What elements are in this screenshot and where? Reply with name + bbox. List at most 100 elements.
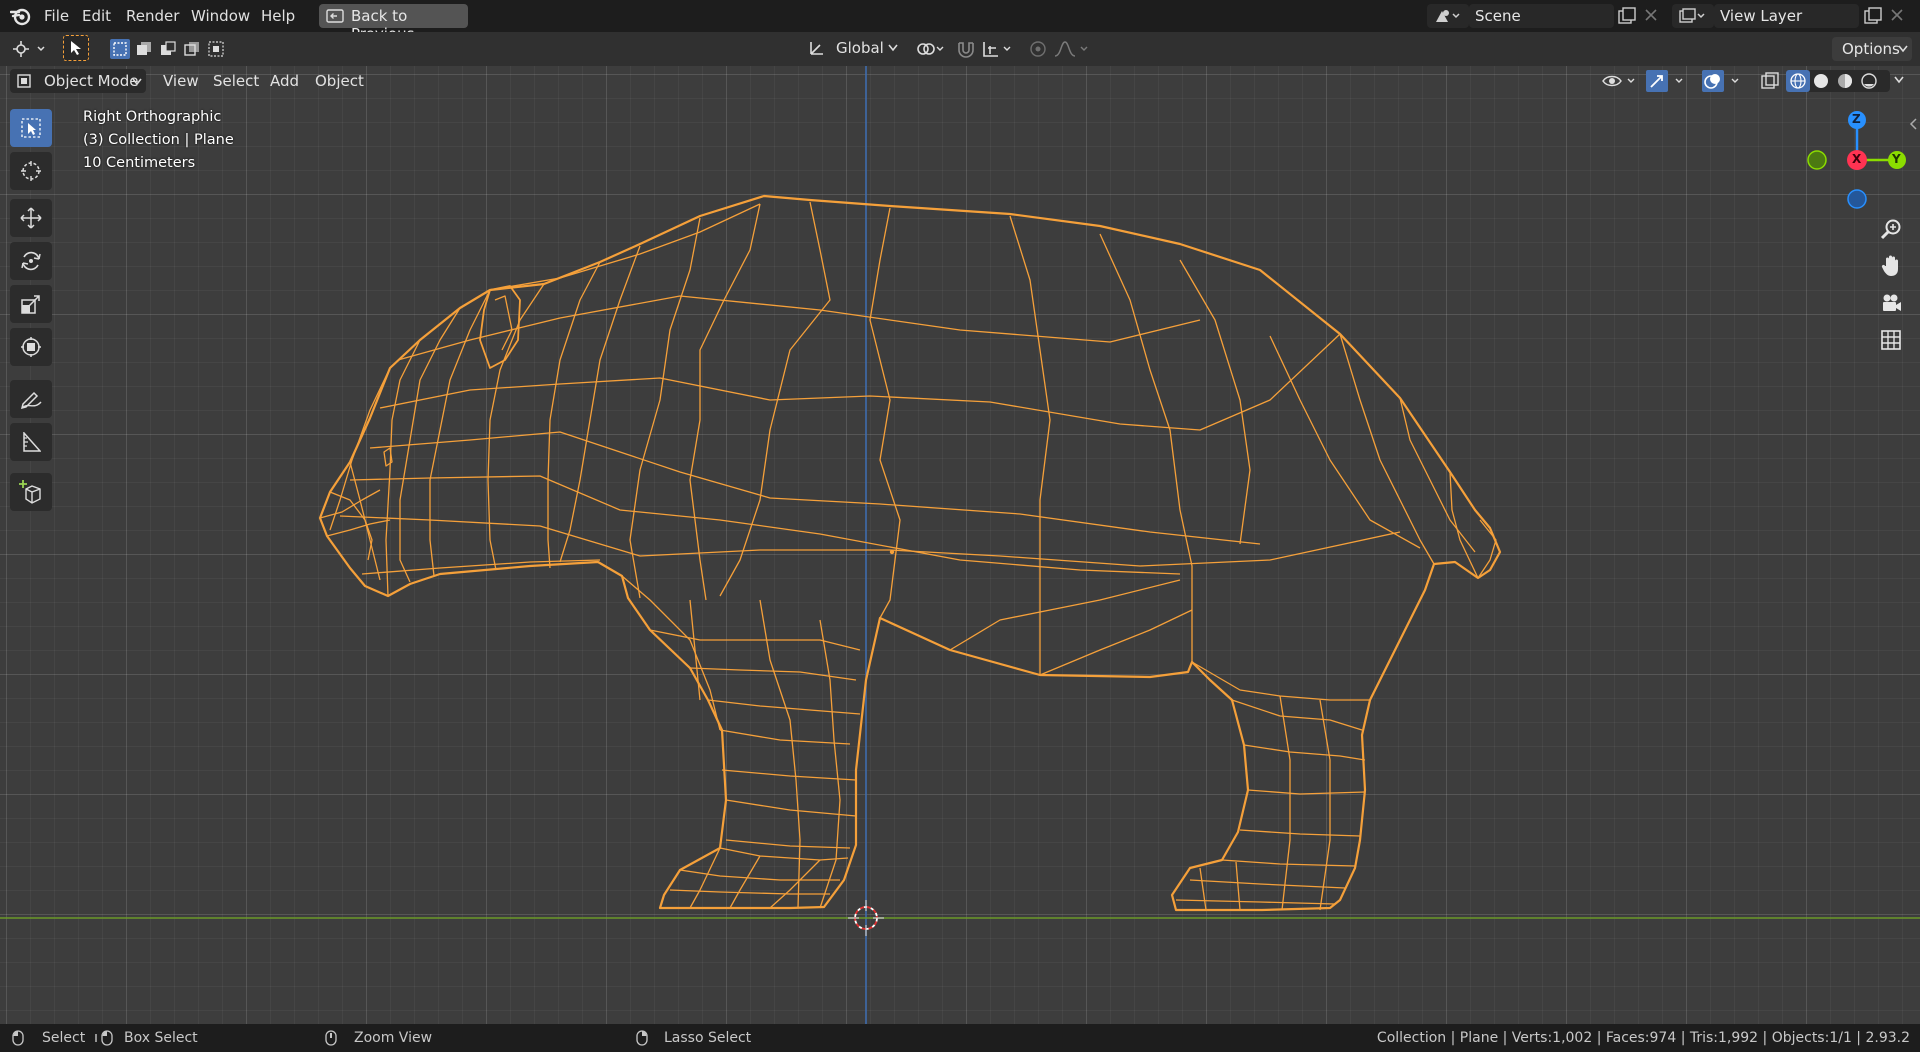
x-axis-label: X xyxy=(1852,152,1862,166)
object-mode-icon xyxy=(16,73,32,89)
overlays-toggle-icon[interactable] xyxy=(1702,70,1746,92)
navigation-gizmo[interactable]: Z Y X xyxy=(1800,106,1910,216)
active-tool-button[interactable] xyxy=(63,35,89,61)
scene-selector[interactable] xyxy=(1427,4,1469,28)
menu-file[interactable]: File xyxy=(44,7,69,25)
status-select-hint: Select xyxy=(42,1030,86,1046)
menu-edit[interactable]: Edit xyxy=(82,7,111,25)
view-layer-selector[interactable] xyxy=(1672,4,1714,28)
add-cube-icon xyxy=(18,479,44,505)
add-menu[interactable]: Add xyxy=(270,72,299,90)
orientation-icon xyxy=(808,39,826,57)
annotate-pencil-icon xyxy=(20,388,42,410)
chevron-down-icon xyxy=(888,44,898,52)
grid-scale-label: 10 Centimeters xyxy=(83,155,196,171)
move-tool[interactable] xyxy=(10,199,52,237)
solid-shading-icon[interactable] xyxy=(1812,73,1830,89)
delete-view-layer-icon[interactable] xyxy=(1890,8,1904,22)
select-invert-icon[interactable] xyxy=(182,39,202,59)
options-dropdown[interactable]: Options xyxy=(1832,37,1912,61)
gizmo-toggle-icon[interactable] xyxy=(1646,70,1690,92)
object-mode-label: Object Mode xyxy=(44,72,139,90)
proportional-falloff-icon[interactable] xyxy=(1053,40,1093,58)
options-label: Options xyxy=(1842,40,1900,58)
zoom-view-button[interactable] xyxy=(1874,212,1908,246)
object-menu[interactable]: Object xyxy=(315,72,364,90)
camera-view-button[interactable] xyxy=(1874,286,1908,320)
top-menu-bar: File Edit Render Window Help Back to Pre… xyxy=(0,0,1920,43)
scene-name-field[interactable]: Scene xyxy=(1469,4,1614,28)
toggle-ortho-button[interactable] xyxy=(1874,323,1908,357)
snap-toggle-icon[interactable] xyxy=(955,39,977,59)
editor-type-icon[interactable] xyxy=(10,39,50,59)
rotate-tool[interactable] xyxy=(10,242,52,280)
status-box-select-hint: Box Select xyxy=(124,1030,198,1046)
select-menu[interactable]: Select xyxy=(213,72,259,90)
shading-options-chevron-icon[interactable] xyxy=(1894,76,1904,84)
mouse-right-icon xyxy=(636,1030,648,1046)
3d-cursor-tool-icon xyxy=(20,160,42,182)
chevron-down-icon xyxy=(1898,45,1908,53)
pan-view-button[interactable] xyxy=(1874,249,1908,283)
select-box-icon xyxy=(21,118,41,138)
select-extend-icon[interactable] xyxy=(134,39,154,59)
back-icon xyxy=(326,9,344,23)
select-intersect-icon[interactable] xyxy=(206,39,226,59)
cursor-arrow-icon xyxy=(70,40,82,56)
3d-viewport[interactable]: Right Orthographic (3) Collection | Plan… xyxy=(0,66,1920,1024)
view-menu[interactable]: View xyxy=(163,72,199,90)
status-bar: Select Box Select Zoom View Lasso Select… xyxy=(0,1024,1920,1052)
scale-tool[interactable] xyxy=(10,285,52,323)
wireframe-shading-icon[interactable] xyxy=(1786,70,1810,92)
shading-mode-group xyxy=(1786,70,1890,92)
measure-ruler-icon xyxy=(21,432,41,452)
status-lasso-select-hint: Lasso Select xyxy=(664,1030,752,1046)
wireframe-mesh xyxy=(318,194,1502,912)
y-axis-label: Y xyxy=(1892,152,1901,166)
back-to-previous-button[interactable]: Back to Previous xyxy=(319,4,468,43)
visibility-eye-icon[interactable] xyxy=(1602,72,1638,90)
mouse-left-icon xyxy=(12,1030,24,1046)
transform-orientation-dropdown[interactable]: Global xyxy=(802,36,902,60)
object-origin xyxy=(889,549,895,555)
snap-target-icon[interactable] xyxy=(982,40,1016,58)
view-layer-name: View Layer xyxy=(1720,7,1803,25)
view-layer-name-field[interactable]: View Layer xyxy=(1714,4,1859,28)
menu-render[interactable]: Render xyxy=(126,7,179,25)
blender-logo-icon[interactable] xyxy=(10,6,32,26)
view-name-label: Right Orthographic xyxy=(83,109,222,125)
annotate-tool[interactable] xyxy=(10,380,52,418)
mouse-drag-icon xyxy=(94,1030,116,1046)
neg-z-axis-handle xyxy=(1847,189,1867,209)
rendered-shading-icon[interactable] xyxy=(1860,73,1878,89)
scene-statistics: Collection | Plane | Verts:1,002 | Faces… xyxy=(1376,1030,1910,1046)
material-shading-icon[interactable] xyxy=(1836,73,1854,89)
mouse-middle-icon xyxy=(325,1030,337,1046)
xray-toggle-icon[interactable] xyxy=(1760,71,1780,91)
measure-tool[interactable] xyxy=(10,423,52,461)
select-subtract-icon[interactable] xyxy=(158,39,178,59)
delete-scene-icon[interactable] xyxy=(1644,8,1658,22)
z-axis-label: Z xyxy=(1852,112,1861,126)
pivot-point-icon[interactable] xyxy=(915,40,949,58)
cursor-tool[interactable] xyxy=(10,152,52,190)
scene-name: Scene xyxy=(1475,7,1521,25)
move-icon xyxy=(20,207,42,229)
menu-help[interactable]: Help xyxy=(261,7,295,25)
sidebar-toggle-icon[interactable] xyxy=(1908,118,1918,130)
proportional-editing-icon[interactable] xyxy=(1028,40,1048,58)
transform-tool[interactable] xyxy=(10,328,52,366)
hand-pan-icon xyxy=(1880,254,1902,278)
new-scene-icon[interactable] xyxy=(1618,7,1636,25)
transform-icon xyxy=(20,336,42,358)
new-view-layer-icon[interactable] xyxy=(1864,7,1882,25)
select-new-icon[interactable] xyxy=(110,39,130,59)
menu-window[interactable]: Window xyxy=(191,7,250,25)
collection-info-label: (3) Collection | Plane xyxy=(83,132,234,148)
select-box-tool[interactable] xyxy=(10,109,52,147)
object-mode-dropdown[interactable]: Object Mode xyxy=(10,69,146,93)
scale-icon xyxy=(21,294,41,314)
chevron-down-icon xyxy=(132,78,142,86)
add-cube-tool[interactable] xyxy=(10,473,52,511)
status-zoom-view-hint: Zoom View xyxy=(354,1030,433,1046)
